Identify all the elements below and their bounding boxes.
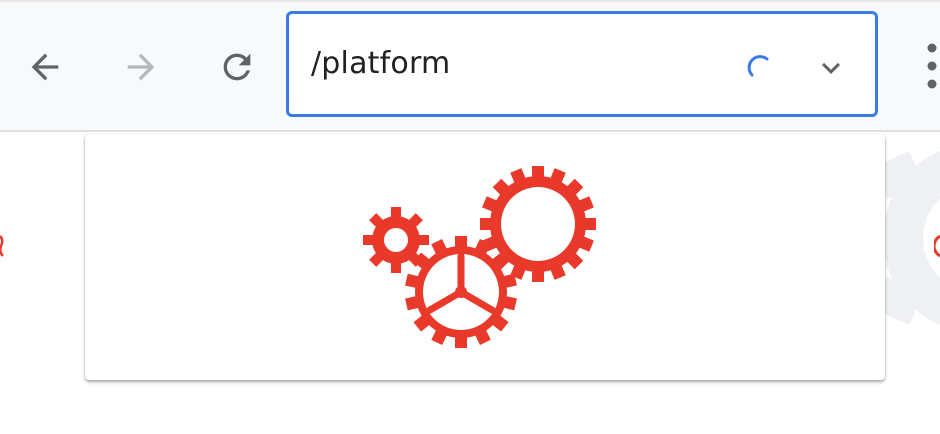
partial-logo-fragment: [934, 234, 940, 258]
partial-logo-fragment: [0, 235, 4, 257]
address-text[interactable]: /platform: [311, 46, 450, 81]
kebab-menu-icon[interactable]: [918, 38, 940, 94]
address-bar[interactable]: /platform: [286, 11, 878, 117]
loading-spinner-icon: [747, 55, 769, 77]
arrow-left-icon: [31, 53, 59, 81]
back-button[interactable]: [20, 42, 70, 92]
chevron-down-icon[interactable]: [813, 50, 849, 86]
arrow-right-icon: [127, 53, 155, 81]
browser-toolbar: /platform: [0, 2, 940, 132]
platform-card[interactable]: [85, 134, 885, 380]
gears-logo-icon: [363, 166, 596, 348]
forward-button[interactable]: [116, 42, 166, 92]
reload-icon: [223, 53, 251, 81]
reload-button[interactable]: [212, 42, 262, 92]
